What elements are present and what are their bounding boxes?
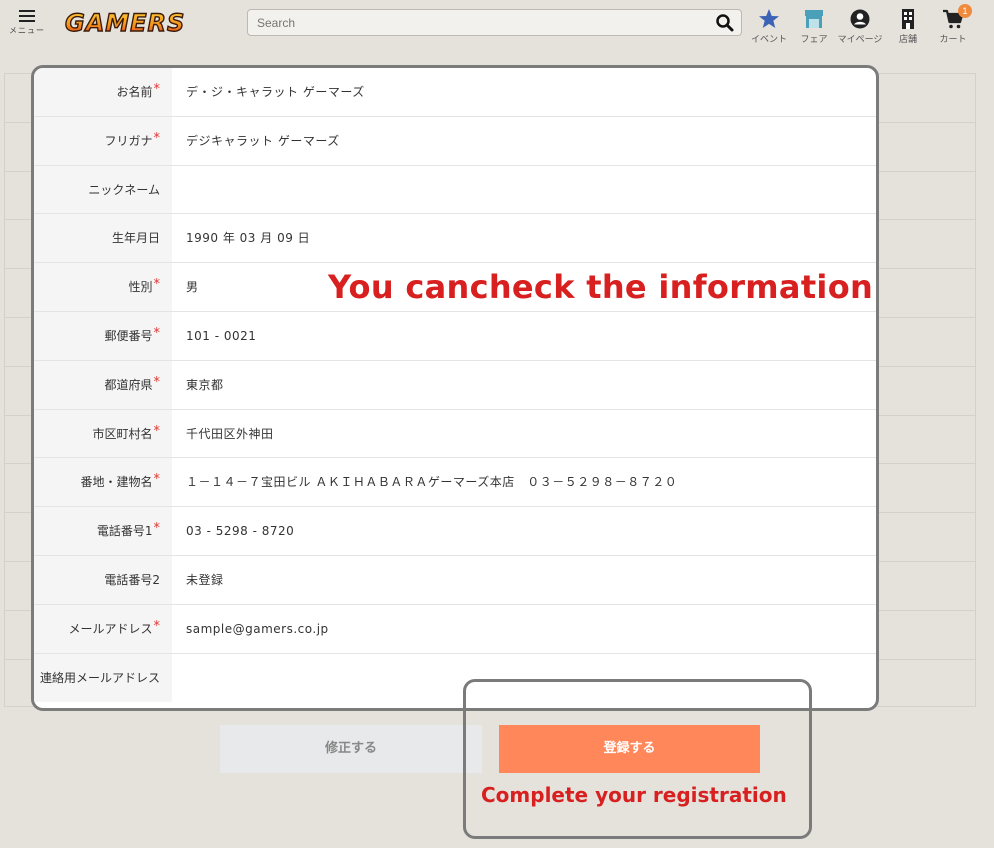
row-label: お名前*: [34, 68, 172, 116]
nav-mypage[interactable]: マイページ: [837, 8, 883, 45]
row-value: 東京都: [186, 377, 224, 392]
row-label: 都道府県*: [34, 360, 172, 409]
nav-event-label: イベント: [750, 35, 787, 45]
row-value: １－１４－７宝田ビル ＡＫＩＨＡＢＡＲＡゲーマーズ本店 ０３－５２９８－８７２０: [186, 475, 678, 490]
svg-text:GAMERS: GAMERS: [65, 9, 185, 35]
nav-mypage-label: マイページ: [837, 35, 883, 45]
menu-label: メニュー: [9, 26, 45, 35]
nav-cart-label: カート: [939, 35, 967, 45]
menu-button[interactable]: メニュー: [6, 8, 48, 42]
required-mark: *: [153, 521, 161, 537]
row-label: 性別*: [34, 263, 172, 311]
table-row: 生年月日 1990 年 03 月 09 日: [34, 214, 876, 264]
row-label: メールアドレス*: [34, 604, 172, 653]
row-value: 03 - 5298 - 8720: [186, 524, 295, 539]
row-label: 電話番号1*: [34, 507, 172, 555]
row-value: [172, 166, 876, 214]
store-icon: [803, 8, 825, 30]
row-value: 101 - 0021: [186, 328, 257, 343]
required-mark: *: [153, 472, 161, 488]
required-mark: *: [153, 277, 161, 293]
table-row: 電話番号1* 03 - 5298 - 8720: [34, 507, 876, 556]
row-label: 連絡用メールアドレス: [34, 653, 172, 703]
required-mark: *: [153, 130, 161, 146]
user-icon: [849, 8, 871, 30]
star-icon: [758, 8, 780, 30]
required-mark: *: [153, 374, 161, 390]
table-row: ニックネーム: [34, 165, 876, 215]
row-label: 生年月日: [34, 214, 172, 263]
cart-count-badge: 1: [958, 4, 972, 18]
row-label: 電話番号2: [34, 555, 172, 604]
annotation-check-info: You cancheck the information: [328, 268, 874, 306]
register-callout-frame: [463, 679, 812, 839]
required-mark: *: [153, 423, 161, 439]
hamburger-icon: [19, 10, 35, 22]
row-label: 番地・建物名*: [34, 458, 172, 507]
registration-info-table: お名前* デ・ジ・キャラット ゲーマーズ フリガナ* デジキャラット ゲーマーズ…: [31, 65, 879, 711]
nav-store[interactable]: 店舗: [885, 8, 931, 45]
search-icon[interactable]: [715, 13, 735, 33]
table-row: 市区町村名* 千代田区外神田: [34, 409, 876, 459]
table-row: フリガナ* デジキャラット ゲーマーズ: [34, 116, 876, 166]
edit-button[interactable]: 修正する: [220, 725, 482, 773]
required-mark: *: [153, 618, 161, 634]
annotation-complete-registration: Complete your registration: [481, 783, 787, 807]
nav-fair-label: フェア: [800, 35, 828, 45]
table-row: 都道府県* 東京都: [34, 360, 876, 410]
table-row: 郵便番号* 101 - 0021: [34, 311, 876, 361]
table-row: メールアドレス* sample@gamers.co.jp: [34, 604, 876, 654]
nav-store-label: 店舗: [898, 35, 917, 45]
row-label: ニックネーム: [34, 165, 172, 214]
search-bar: [247, 9, 742, 36]
row-label: フリガナ*: [34, 116, 172, 165]
row-value: 千代田区外神田: [186, 426, 274, 441]
nav-event[interactable]: イベント: [746, 8, 792, 45]
row-value: デジキャラット ゲーマーズ: [186, 133, 340, 148]
row-value: 未登録: [186, 572, 224, 587]
table-row: 電話番号2 未登録: [34, 555, 876, 605]
gamers-logo[interactable]: GAMERS: [62, 8, 226, 37]
site-header: メニュー GAMERS イベント フェア: [0, 0, 994, 48]
required-mark: *: [153, 325, 161, 341]
nav-fair[interactable]: フェア: [791, 8, 837, 45]
nav-cart[interactable]: カート 1: [930, 4, 976, 45]
building-icon: [897, 8, 919, 30]
row-value: 1990 年 03 月 09 日: [186, 231, 311, 246]
required-mark: *: [153, 82, 161, 97]
search-input[interactable]: [248, 10, 688, 35]
row-value: sample@gamers.co.jp: [186, 621, 329, 636]
table-row: お名前* デ・ジ・キャラット ゲーマーズ: [34, 68, 876, 117]
row-value: デ・ジ・キャラット ゲーマーズ: [186, 85, 365, 99]
table-row: 番地・建物名* １－１４－７宝田ビル ＡＫＩＨＡＢＡＲＡゲーマーズ本店 ０３－５…: [34, 458, 876, 508]
row-label: 郵便番号*: [34, 311, 172, 360]
row-label: 市区町村名*: [34, 409, 172, 458]
